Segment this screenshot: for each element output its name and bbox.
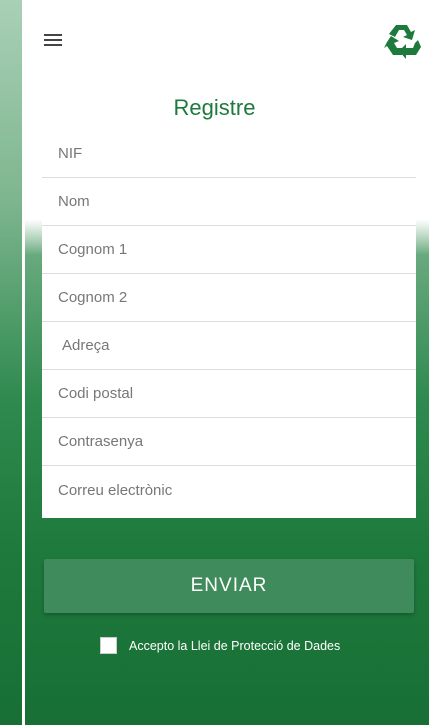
registration-form: NIF Nom Cognom 1 Cognom 2 Adreça Codi po… xyxy=(42,130,416,518)
postal-code-field[interactable]: Codi postal xyxy=(42,370,416,418)
recycle-icon xyxy=(384,25,421,59)
page-title: Registre xyxy=(173,95,256,120)
consent-checkbox[interactable] xyxy=(100,637,117,654)
submit-button[interactable]: ENVIAR xyxy=(44,559,414,613)
nif-field[interactable]: NIF xyxy=(42,130,416,178)
name-field[interactable]: Nom xyxy=(42,178,416,226)
address-field[interactable]: Adreça xyxy=(42,322,416,370)
surname2-field[interactable]: Cognom 2 xyxy=(42,274,416,322)
consent-label: Accepto la Llei de Protecció de Dades xyxy=(129,638,341,653)
email-field[interactable]: Correu electrònic xyxy=(42,466,416,514)
consent-row: Accepto la Llei de Protecció de Dades xyxy=(100,637,340,654)
password-field[interactable]: Contrasenya xyxy=(42,418,416,466)
surname1-field[interactable]: Cognom 1 xyxy=(42,226,416,274)
hamburger-menu-icon[interactable] xyxy=(44,34,62,48)
